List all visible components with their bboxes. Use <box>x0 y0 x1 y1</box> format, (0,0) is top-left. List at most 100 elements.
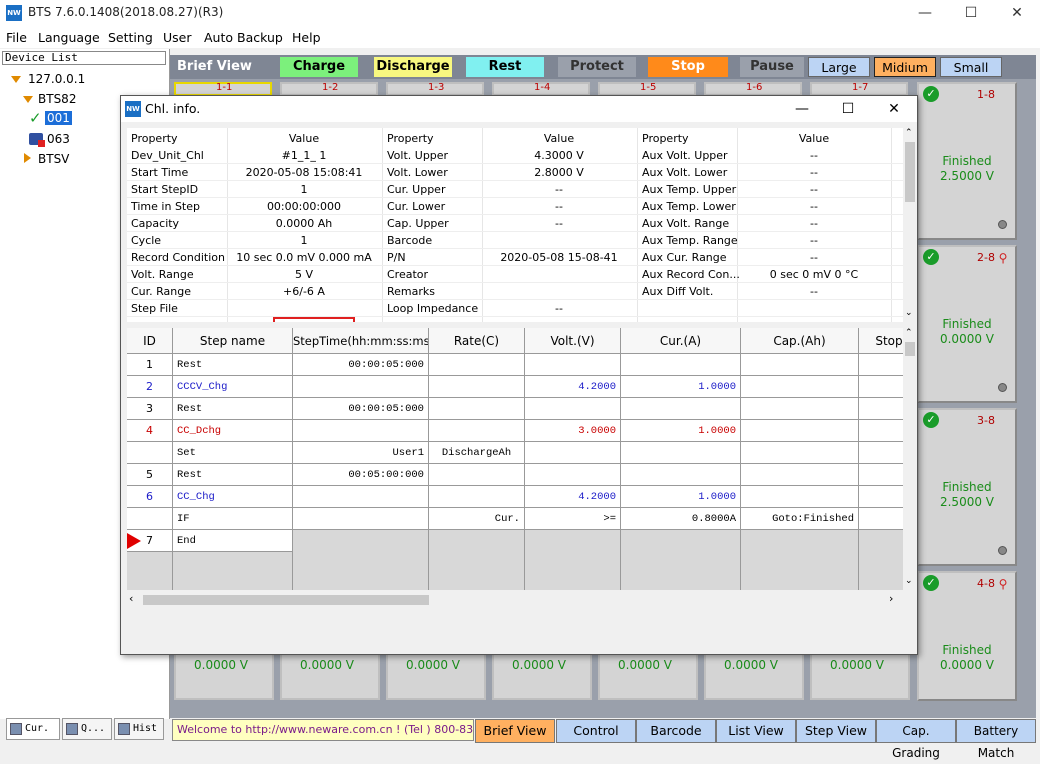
tab-queue[interactable]: Q... <box>62 718 112 740</box>
tree-item-channel-001[interactable]: 001 <box>45 111 72 125</box>
panel-tabs: Cur. Q... Hist <box>2 718 168 742</box>
card-voltage: 0.0000 V <box>939 332 994 346</box>
dialog-close-button[interactable]: ✕ <box>871 96 917 122</box>
minimize-button[interactable]: — <box>902 0 948 26</box>
dialog-title-bar: NW Chl. info. — ☐ ✕ <box>121 96 917 122</box>
channel-card-bottom[interactable]: 0.0000 V <box>174 650 274 700</box>
midium-view-button[interactable]: Midium <box>874 57 936 77</box>
tab-history[interactable]: Hist <box>114 718 164 740</box>
dialog-maximize-button[interactable]: ☐ <box>825 96 871 122</box>
tree-item-channel-063[interactable]: 063 <box>47 132 70 146</box>
step-row[interactable]: 5 Rest 00:05:00:000 <box>127 464 903 486</box>
tree-item-unit[interactable]: BTS82 <box>38 92 76 106</box>
channel-card-bottom[interactable]: 0.0000 V <box>810 650 910 700</box>
menu-language[interactable]: Language <box>38 30 100 45</box>
property-row[interactable]: Step File Loop Impedance -- <box>127 300 903 317</box>
channel-card-top[interactable]: 1-1 <box>174 82 272 96</box>
menu-auto-backup[interactable]: Auto Backup <box>204 30 283 45</box>
channel-card-2-8[interactable]: ✓ 2-8 ⚲ Finished 0.0000 V <box>917 245 1017 403</box>
barcode-button[interactable]: Barcode <box>636 719 716 743</box>
property-row[interactable]: Dev_Unit_Chl #1_1_ 1 Volt. Upper 4.3000 V Au… <box>127 147 903 164</box>
tab-icon <box>118 723 130 735</box>
control-button[interactable]: Control <box>556 719 636 743</box>
expand-arrow-icon[interactable] <box>11 76 21 83</box>
empty-step-row[interactable] <box>127 574 903 590</box>
step-scrollbar[interactable]: ⌃ ⌄ <box>903 328 917 590</box>
step-row[interactable]: 3 Rest 00:00:05:000 <box>127 398 903 420</box>
channel-card-1-8[interactable]: ✓ 1-8 Finished 2.5000 V <box>917 82 1017 240</box>
channel-card-top[interactable]: 1-4 <box>492 82 590 96</box>
menu-setting[interactable]: Setting <box>108 30 153 45</box>
step-cell-stop <box>859 508 903 530</box>
step-row[interactable]: IF Cur. >= 0.8000A Goto:Finished <box>127 508 903 530</box>
channel-card-bottom[interactable]: 0.0000 V <box>386 650 486 700</box>
step-row[interactable]: Set User1 DischargeAh <box>127 442 903 464</box>
step-view-button[interactable]: Step View <box>796 719 876 743</box>
step-cell-cap <box>741 552 859 574</box>
step-hscrollbar[interactable]: ‹ › <box>127 592 903 608</box>
channel-card-bottom[interactable]: 0.0000 V <box>598 650 698 700</box>
channel-card-top[interactable]: 1-5 <box>598 82 696 96</box>
list-view-button[interactable]: List View <box>716 719 796 743</box>
menu-user[interactable]: User <box>163 30 192 45</box>
step-row[interactable]: 7 End <box>127 530 903 552</box>
channel-card-top[interactable]: 1-6 <box>704 82 802 96</box>
step-cell-time <box>293 508 429 530</box>
tab-current[interactable]: Cur. <box>6 718 60 740</box>
step-cell-volt: 4.2000 <box>525 486 621 508</box>
step-row[interactable]: 6 CC_Chg 4.2000 1.0000 <box>127 486 903 508</box>
channel-card-4-8[interactable]: ✓ 4-8 ⚲ Finished 0.0000 V <box>917 571 1017 701</box>
property-value: -- <box>810 217 818 230</box>
property-row[interactable]: Cur. Range +6/-6 A Remarks Aux Diff Volt. -- <box>127 283 903 300</box>
channel-card-top[interactable]: 1-3 <box>386 82 484 96</box>
step-cell-cap <box>741 464 859 486</box>
property-row[interactable]: Cycle 1 Barcode Aux Temp. Range -- <box>127 232 903 249</box>
menu-help[interactable]: Help <box>292 30 321 45</box>
channel-card-bottom[interactable]: 0.0000 V <box>280 650 380 700</box>
step-cell-time <box>293 530 429 552</box>
current-step-marker-icon <box>127 533 141 549</box>
property-value: -- <box>555 217 563 230</box>
property-row[interactable]: Start StepID 1 Cur. Upper -- Aux Temp. Upper… <box>127 181 903 198</box>
channel-card-bottom[interactable]: 0.0000 V <box>704 650 804 700</box>
tree-item-unit2[interactable]: BTSV <box>38 152 69 166</box>
step-header-row: ID Step name StepTime(hh:mm:ss:ms) Rate(… <box>127 328 903 354</box>
tree-item-ip[interactable]: 127.0.0.1 <box>28 72 85 86</box>
protect-legend: Protect <box>558 57 636 77</box>
maximize-button[interactable]: ☐ <box>948 0 994 26</box>
step-cell-cap <box>741 354 859 376</box>
property-value: +6/-6 A <box>283 285 325 298</box>
small-view-button[interactable]: Small <box>940 57 1002 77</box>
property-row[interactable]: Volt. Range 5 V Creator Aux Record Con... 0 … <box>127 266 903 283</box>
expand-arrow-icon[interactable] <box>23 96 33 103</box>
discharge-legend: Discharge <box>374 57 452 77</box>
property-row[interactable]: Start Time 2020-05-08 15:08:41 Volt. Lower… <box>127 164 903 181</box>
step-row[interactable]: 1 Rest 00:00:05:000 <box>127 354 903 376</box>
channel-card-bottom[interactable]: 0.0000 V <box>492 650 592 700</box>
property-value: -- <box>810 149 818 162</box>
step-row[interactable]: 2 CCCV_Chg 4.2000 1.0000 <box>127 376 903 398</box>
property-row[interactable]: Record Condition 10 sec 0.0 mV 0.000 mA P/… <box>127 249 903 266</box>
dialog-minimize-button[interactable]: — <box>779 96 825 122</box>
finished-check-icon: ✓ <box>923 249 939 265</box>
large-view-button[interactable]: Large <box>808 57 870 77</box>
menu-file[interactable]: File <box>6 30 27 45</box>
empty-step-row[interactable] <box>127 552 903 574</box>
battery-match-button[interactable]: Battery Match <box>956 719 1036 760</box>
step-cell-name: CC_Chg <box>173 486 293 508</box>
close-button[interactable]: ✕ <box>994 0 1040 26</box>
property-value: 10 sec 0.0 mV 0.000 mA <box>236 251 372 264</box>
step-row[interactable]: 4 CC_Dchg 3.0000 1.0000 <box>127 420 903 442</box>
collapse-arrow-icon[interactable] <box>24 153 31 163</box>
brief-view-button[interactable]: Brief View <box>475 719 555 743</box>
channel-card-3-8[interactable]: ✓ 3-8 Finished 2.5000 V <box>917 408 1017 566</box>
property-row[interactable]: Time in Step 00:00:00:000 Cur. Lower -- Aux … <box>127 198 903 215</box>
property-value: -- <box>810 166 818 179</box>
step-cell-name <box>173 574 293 590</box>
property-row[interactable]: Capacity 0.0000 Ah Cap. Upper -- Aux Volt. R… <box>127 215 903 232</box>
channel-card-top[interactable]: 1-2 <box>280 82 378 96</box>
property-scrollbar[interactable]: ⌃ ⌄ <box>903 128 917 322</box>
channel-card-top[interactable]: 1-7 <box>810 82 908 96</box>
step-cell-name: IF <box>173 508 293 530</box>
cap-grading-button[interactable]: Cap. Grading <box>876 719 956 760</box>
